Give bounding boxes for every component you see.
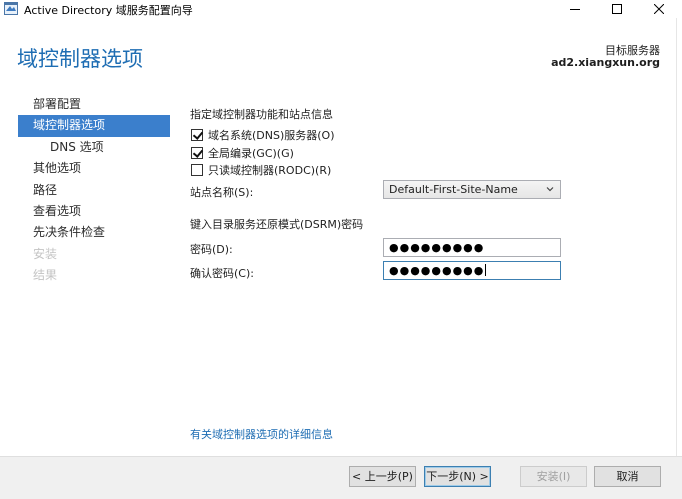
- rodc-checkbox[interactable]: [191, 164, 203, 176]
- nav-item-dns-options[interactable]: DNS 选项: [18, 137, 170, 158]
- confirm-password-input[interactable]: ●●●●●●●●●: [383, 261, 561, 280]
- close-button[interactable]: [644, 0, 674, 18]
- password-input[interactable]: ●●●●●●●●●: [383, 238, 561, 257]
- site-name-value: Default-First-Site-Name: [389, 183, 518, 196]
- dns-server-label: 域名系统(DNS)服务器(O): [208, 129, 335, 142]
- wizard-nav: 部署配置 域控制器选项 DNS 选项 其他选项 路径 查看选项 先决条件检查 安…: [18, 94, 170, 287]
- ad-wizard-icon: [4, 2, 18, 15]
- rodc-label: 只读域控制器(RODC)(R): [208, 164, 332, 177]
- page-title: 域控制器选项: [17, 47, 143, 71]
- nav-item-deployment[interactable]: 部署配置: [18, 94, 170, 115]
- next-button[interactable]: 下一步(N) >: [424, 466, 491, 487]
- install-button: 安装(I): [520, 466, 587, 487]
- nav-item-additional-options[interactable]: 其他选项: [18, 158, 170, 179]
- dns-server-checkbox[interactable]: [191, 129, 203, 141]
- nav-item-paths[interactable]: 路径: [18, 180, 170, 201]
- global-catalog-option[interactable]: 全局编录(GC)(G): [191, 146, 294, 160]
- rodc-option[interactable]: 只读域控制器(RODC)(R): [191, 163, 331, 177]
- nav-item-prerequisites[interactable]: 先决条件检查: [18, 222, 170, 243]
- text-caret: [485, 264, 487, 276]
- global-catalog-checkbox[interactable]: [191, 147, 203, 159]
- target-server-name: ad2.xiangxun.org: [551, 56, 660, 69]
- dc-options-help-link[interactable]: 有关域控制器选项的详细信息: [190, 426, 333, 442]
- nav-item-results: 结果: [33, 268, 58, 283]
- close-icon: [654, 4, 664, 14]
- site-name-label: 站点名称(S):: [190, 186, 254, 199]
- confirm-password-value: ●●●●●●●●●: [389, 264, 485, 277]
- password-label: 密码(D):: [190, 243, 233, 256]
- window-divider: [676, 18, 677, 456]
- nav-item-review-options[interactable]: 查看选项: [18, 201, 170, 222]
- dns-server-option[interactable]: 域名系统(DNS)服务器(O): [191, 128, 335, 142]
- window-title: Active Directory 域服务配置向导: [24, 4, 193, 17]
- maximize-icon: [612, 4, 622, 14]
- nav-item-install: 安装: [33, 246, 58, 261]
- chevron-down-icon: [546, 187, 554, 192]
- minimize-button[interactable]: [560, 0, 590, 18]
- nav-item-dc-options[interactable]: 域控制器选项: [18, 115, 170, 137]
- site-name-dropdown[interactable]: Default-First-Site-Name: [383, 180, 561, 199]
- window-titlebar[interactable]: Active Directory 域服务配置向导: [0, 0, 682, 18]
- dsrm-heading: 键入目录服务还原模式(DSRM)密码: [190, 218, 364, 231]
- capabilities-heading: 指定域控制器功能和站点信息: [190, 108, 333, 121]
- previous-button[interactable]: < 上一步(P): [349, 466, 416, 487]
- minimize-icon: [570, 9, 580, 10]
- cancel-button[interactable]: 取消: [594, 466, 661, 487]
- confirm-password-label: 确认密码(C):: [190, 267, 254, 280]
- maximize-button[interactable]: [602, 0, 632, 18]
- password-value: ●●●●●●●●●: [389, 241, 485, 254]
- global-catalog-label: 全局编录(GC)(G): [208, 147, 294, 160]
